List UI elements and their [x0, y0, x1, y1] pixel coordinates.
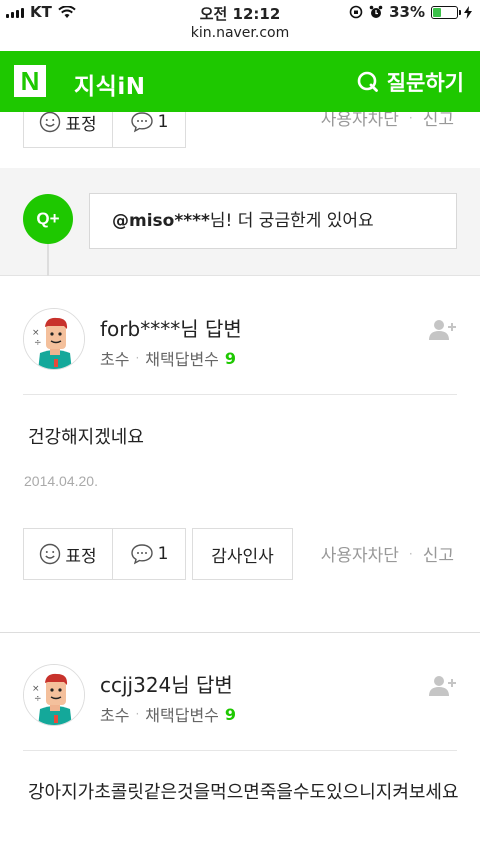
status-right: 33%: [349, 3, 472, 21]
ask-question-label: 질문하기: [386, 71, 464, 95]
divider: [23, 750, 457, 751]
content-area: 표정 1 사용자차단 · 신고 Q+ @miso****님! 더 궁금한게 있어…: [0, 112, 480, 854]
answer-author[interactable]: forb****님 답변: [100, 313, 242, 342]
answer-action-row: 표정 1 감사인사: [23, 528, 293, 580]
separator-dot: ·: [135, 707, 140, 721]
reaction-button[interactable]: 표정: [23, 528, 113, 580]
report-link[interactable]: 신고: [423, 112, 454, 130]
url-bar[interactable]: kin.naver.com: [0, 25, 480, 41]
answer-card: × ÷ ccjj324님 답변 초수 · 채택답변수 9 강아지가초콜릿같은것을…: [0, 633, 480, 854]
answer-meta: 초수 · 채택답변수 9: [100, 702, 236, 726]
battery-level: [433, 7, 441, 17]
svg-text:×: ×: [32, 684, 40, 694]
selected-count-label: 채택답변수: [145, 350, 219, 369]
svg-text:÷: ÷: [34, 694, 42, 704]
report-link[interactable]: 신고: [423, 541, 454, 566]
comment-button[interactable]: 1: [113, 528, 186, 580]
orientation-lock-icon: [349, 5, 363, 19]
svg-text:×: ×: [32, 328, 40, 338]
answer-date: 2014.04.20.: [24, 473, 98, 489]
mention-user: @miso****: [112, 211, 210, 231]
separator-dot: ·: [408, 112, 413, 125]
separator-dot: ·: [408, 546, 413, 561]
answer-action-links: 사용자차단 · 신고: [321, 541, 454, 566]
q-icon: [357, 71, 378, 92]
ask-question-button[interactable]: 질문하기: [357, 67, 464, 97]
thread-line: [47, 244, 49, 276]
follow-up-message: 님! 더 궁금한게 있어요: [209, 211, 374, 231]
answer-body: 강아지가초콜릿같은것을먹으면죽을수도있으니지켜보세요: [28, 782, 459, 803]
page-title[interactable]: 지식iN: [74, 67, 145, 101]
comment-count: 1: [157, 112, 169, 132]
svg-text:÷: ÷: [34, 338, 42, 348]
battery-icon: [431, 5, 461, 19]
character-avatar-icon: × ÷: [24, 309, 84, 369]
comment-icon: [130, 544, 153, 565]
reaction-label: 표정: [65, 114, 97, 135]
author-rank: 초수: [100, 350, 130, 369]
comment-icon: [130, 112, 153, 133]
divider: [23, 394, 457, 395]
thanks-button[interactable]: 감사인사: [192, 528, 293, 580]
comment-button[interactable]: 1: [113, 112, 186, 148]
q-plus-icon[interactable]: Q+: [23, 194, 73, 244]
battery-percent: 33%: [389, 3, 425, 21]
smiley-icon: [40, 112, 61, 133]
alarm-icon: [369, 5, 383, 18]
selected-count: 9: [224, 348, 237, 368]
reaction-label: 표정: [65, 546, 97, 567]
question-action-row: 표정 1: [23, 112, 186, 148]
follow-up-bubble[interactable]: @miso****님! 더 궁금한게 있어요: [89, 193, 457, 249]
author-rank: 초수: [100, 706, 130, 725]
reaction-button[interactable]: 표정: [23, 112, 113, 148]
selected-count: 9: [224, 704, 237, 724]
charging-icon: [464, 5, 472, 19]
naver-logo[interactable]: N: [14, 65, 46, 97]
comment-count: 1: [157, 544, 169, 564]
add-friend-icon[interactable]: [428, 674, 458, 698]
avatar[interactable]: × ÷: [23, 664, 85, 726]
separator-dot: ·: [135, 351, 140, 365]
answer-body: 건강해지겠네요: [28, 427, 144, 448]
smiley-icon: [40, 543, 61, 565]
follow-up-question-section: Q+ @miso****님! 더 궁금한게 있어요: [0, 168, 480, 276]
answer-card: × ÷ forb****님 답변 초수 · 채택답변수 9 건강해지겠네요 20…: [0, 276, 480, 632]
add-friend-icon[interactable]: [428, 318, 458, 342]
app-header: N 지식iN 질문하기: [0, 51, 480, 112]
thanks-label: 감사인사: [211, 546, 274, 567]
answer-meta: 초수 · 채택답변수 9: [100, 346, 236, 370]
avatar[interactable]: × ÷: [23, 308, 85, 370]
block-user-link[interactable]: 사용자차단: [321, 541, 399, 566]
status-bar: KT 오전 12:12 33% kin.naver.com: [0, 0, 480, 41]
block-user-link[interactable]: 사용자차단: [321, 112, 399, 130]
selected-count-label: 채택답변수: [145, 706, 219, 725]
answer-author[interactable]: ccjj324님 답변: [100, 669, 233, 698]
character-avatar-icon: × ÷: [24, 665, 84, 725]
question-action-links: 사용자차단 · 신고: [321, 112, 454, 130]
